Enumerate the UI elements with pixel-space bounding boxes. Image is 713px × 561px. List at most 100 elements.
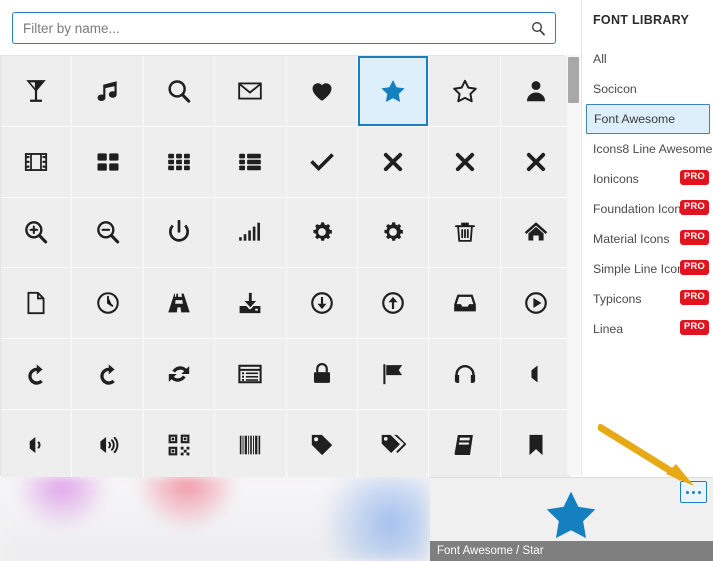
sidebar-item-label: Socicon (593, 82, 637, 96)
sidebar-item-ionicons[interactable]: Ionicons PRO (582, 164, 713, 194)
sidebar-item-simple-line-icons[interactable]: Simple Line Icons PRO (582, 254, 713, 284)
icon-cell-arrow-circle-down[interactable] (286, 268, 357, 339)
icon-cell-road[interactable] (143, 268, 215, 339)
flag-icon (380, 361, 406, 387)
headphones-icon (452, 361, 478, 387)
icon-cell-list-alt[interactable] (215, 339, 286, 409)
icon-grid[interactable] (0, 55, 572, 480)
play-circle-icon (523, 290, 549, 316)
th-icon (166, 149, 192, 175)
sidebar-item-material-icons[interactable]: Material Icons PRO (582, 224, 713, 254)
pro-badge: PRO (679, 260, 709, 275)
pro-badge: PRO (679, 200, 709, 215)
pro-badge: PRO (679, 170, 709, 185)
icon-cell-heart[interactable] (286, 56, 357, 126)
blurred-canvas-background (0, 477, 430, 561)
icon-cell-times[interactable] (500, 126, 572, 197)
sidebar-item-linea[interactable]: Linea PRO (582, 314, 713, 344)
cog-icon (309, 219, 335, 245)
icon-cell-home[interactable] (500, 197, 572, 268)
sidebar-item-label: Simple Line Icons (593, 262, 691, 276)
sidebar-item-label: Linea (593, 322, 624, 336)
icon-cell-user[interactable] (500, 56, 572, 126)
gear-icon (380, 219, 406, 245)
icon-cell-volume-up[interactable] (72, 409, 143, 480)
icon-cell-lock[interactable] (286, 339, 357, 409)
sidebar-item-all[interactable]: All (582, 44, 713, 74)
qrcode-icon (166, 432, 192, 458)
icon-cell-trash[interactable] (429, 197, 500, 268)
sidebar-item-label: Icons8 Line Awesome (593, 142, 713, 156)
dot-icon (692, 490, 695, 494)
icon-cell-remove[interactable] (429, 126, 500, 197)
music-icon (95, 78, 121, 104)
icon-cell-search[interactable] (143, 56, 215, 126)
icon-cell-volume-down[interactable] (1, 409, 72, 480)
pro-badge: PRO (679, 230, 709, 245)
volume-up-icon (95, 432, 121, 458)
icon-cell-bookmark[interactable] (500, 409, 572, 480)
more-options-button[interactable] (680, 481, 707, 503)
sidebar-item-socicon[interactable]: Socicon (582, 74, 713, 104)
icon-cell-star[interactable] (357, 56, 429, 126)
icon-grid-scrollbar[interactable] (566, 55, 580, 475)
arrow-circle-down-icon (309, 290, 335, 316)
icon-cell-signal[interactable] (215, 197, 286, 268)
icon-cell-tag[interactable] (286, 409, 357, 480)
scrollbar-thumb[interactable] (568, 57, 579, 103)
envelope-icon (237, 78, 263, 104)
file-outline-icon (23, 290, 49, 316)
font-library-list[interactable]: All Socicon Font Awesome Icons8 Line Awesom… (582, 44, 713, 344)
icon-cell-envelope[interactable] (215, 56, 286, 126)
icon-cell-check[interactable] (286, 126, 357, 197)
search-field-wrapper[interactable] (12, 12, 556, 44)
icon-cell-tags[interactable] (357, 409, 429, 480)
icon-cell-volume-off[interactable] (500, 339, 572, 409)
clock-icon (95, 290, 121, 316)
icon-cell-search-minus[interactable] (72, 197, 143, 268)
icon-cell-download[interactable] (215, 268, 286, 339)
times-icon (523, 149, 549, 175)
sidebar-item-icons8-line-awesome[interactable]: Icons8 Line Awesome (582, 134, 713, 164)
icon-cell-cog[interactable] (286, 197, 357, 268)
home-icon (523, 219, 549, 245)
sidebar-item-font-awesome[interactable]: Font Awesome (586, 104, 710, 134)
search-input[interactable] (13, 13, 521, 43)
icon-cell-flag[interactable] (357, 339, 429, 409)
icon-cell-gear[interactable] (357, 197, 429, 268)
icon-cell-film[interactable] (1, 126, 72, 197)
icon-cell-book[interactable] (429, 409, 500, 480)
sidebar-item-label: Ionicons (593, 172, 639, 186)
th-large-icon (95, 149, 121, 175)
heart-icon (309, 78, 335, 104)
icon-cell-arrow-circle-up[interactable] (357, 268, 429, 339)
search-icon[interactable] (521, 13, 555, 43)
sidebar-item-typicons[interactable]: Typicons PRO (582, 284, 713, 314)
icon-cell-qrcode[interactable] (143, 409, 215, 480)
user-icon (523, 78, 549, 104)
icon-cell-power-off[interactable] (143, 197, 215, 268)
icon-cell-sync[interactable] (143, 339, 215, 409)
icon-cell-file-outline[interactable] (1, 268, 72, 339)
icon-cell-inbox[interactable] (429, 268, 500, 339)
icon-cell-th-large[interactable] (72, 126, 143, 197)
list-alt-icon (237, 361, 263, 387)
sidebar-item-foundation-icons[interactable]: Foundation Icons PRO (582, 194, 713, 224)
volume-off-icon (523, 361, 549, 387)
check-icon (309, 149, 335, 175)
search-minus-icon (95, 219, 121, 245)
icon-cell-th-list[interactable] (215, 126, 286, 197)
icon-cell-repeat[interactable] (1, 339, 72, 409)
icon-cell-clock[interactable] (72, 268, 143, 339)
icon-cell-star-outline[interactable] (429, 56, 500, 126)
icon-cell-glass[interactable] (1, 56, 72, 126)
icon-cell-th[interactable] (143, 126, 215, 197)
th-list-icon (237, 149, 263, 175)
icon-cell-close[interactable] (357, 126, 429, 197)
icon-cell-refresh[interactable] (72, 339, 143, 409)
icon-cell-barcode[interactable] (215, 409, 286, 480)
icon-cell-music[interactable] (72, 56, 143, 126)
icon-cell-play-circle[interactable] (500, 268, 572, 339)
icon-cell-headphones[interactable] (429, 339, 500, 409)
icon-cell-search-plus[interactable] (1, 197, 72, 268)
